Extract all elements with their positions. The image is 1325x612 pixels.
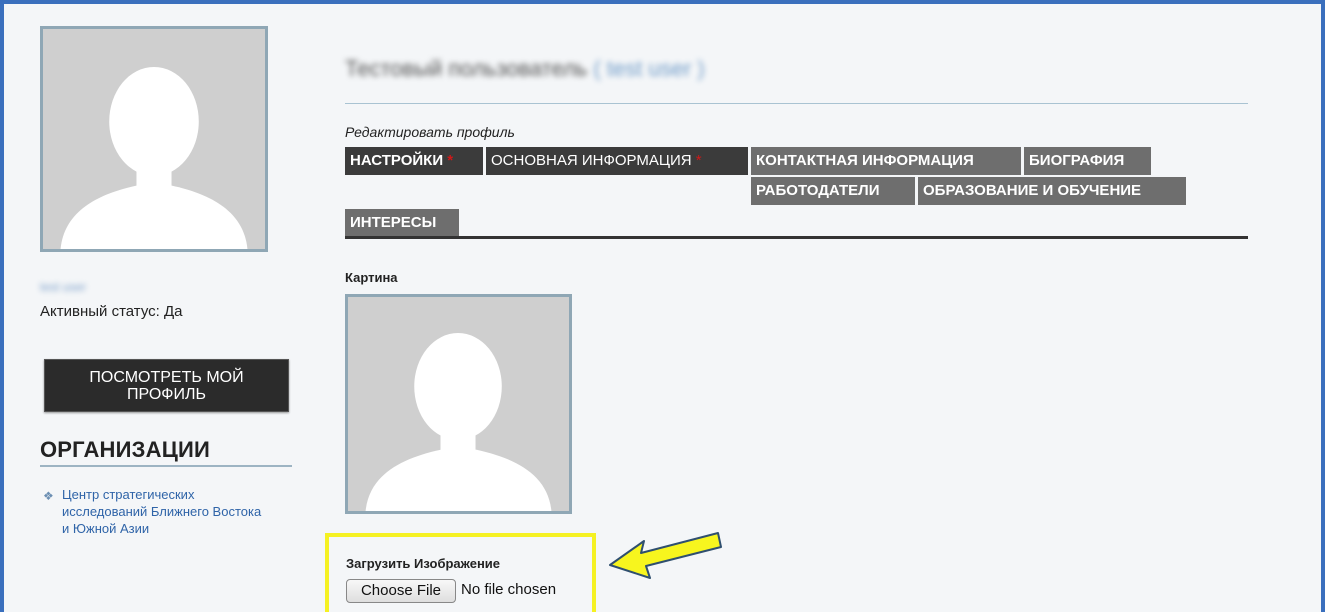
file-chosen-status: No file chosen xyxy=(461,581,557,598)
tab-contact-info[interactable]: КОНТАКТНАЯ ИНФОРМАЦИЯ xyxy=(751,147,1021,175)
avatar-silhouette-icon xyxy=(348,297,569,511)
picture-label: Картина xyxy=(345,270,398,285)
upload-image-label: Загрузить Изображение xyxy=(346,556,501,571)
organizations-divider xyxy=(40,465,292,467)
yellow-arrow-icon xyxy=(609,532,722,579)
required-marker: * xyxy=(447,152,454,169)
tab-education[interactable]: ОБРАЗОВАНИЕ И ОБУЧЕНИЕ xyxy=(918,177,1186,205)
view-my-profile-button[interactable]: ПОСМОТРЕТЬ МОЙ ПРОФИЛЬ xyxy=(44,359,289,412)
profile-display-name: Тестовый пользователь xyxy=(345,56,588,81)
profile-name-heading: Тестовый пользователь ( test user ) xyxy=(345,56,705,82)
tab-education-label: ОБРАЗОВАНИЕ И ОБУЧЕНИЕ xyxy=(923,182,1142,199)
tab-basic-info-label: ОСНОВНАЯ ИНФОРМАЦИЯ xyxy=(491,152,692,169)
choose-file-button[interactable]: Choose File xyxy=(346,579,456,603)
profile-username-paren[interactable]: ( test user ) xyxy=(593,56,704,81)
diamond-dots-icon: ❖ xyxy=(43,489,54,503)
tab-biography[interactable]: БИОГРАФИЯ xyxy=(1024,147,1151,175)
edit-profile-label: Редактировать профиль xyxy=(345,124,515,140)
tab-settings[interactable]: НАСТРОЙКИ * xyxy=(345,147,483,175)
tab-interests-label: ИНТЕРЕСЫ xyxy=(350,214,437,231)
organizations-heading: ОРГАНИЗАЦИИ xyxy=(40,437,211,462)
tab-employers[interactable]: РАБОТОДАТЕЛИ xyxy=(751,177,915,205)
active-status: Активный статус: Да xyxy=(40,303,183,320)
sidebar-username[interactable]: test user xyxy=(40,280,86,294)
organization-link[interactable]: Центр стратегических исследований Ближне… xyxy=(62,486,262,537)
tab-basic-info[interactable]: ОСНОВНАЯ ИНФОРМАЦИЯ * xyxy=(486,147,748,175)
tab-settings-label: НАСТРОЙКИ xyxy=(350,152,444,169)
view-my-profile-label: ПОСМОТРЕТЬ МОЙ ПРОФИЛЬ xyxy=(89,368,244,403)
tabs-divider xyxy=(345,236,1248,239)
avatar-silhouette-icon xyxy=(43,29,265,249)
tab-interests[interactable]: ИНТЕРЕСЫ xyxy=(345,209,459,237)
tab-employers-label: РАБОТОДАТЕЛИ xyxy=(756,182,880,199)
required-marker: * xyxy=(695,152,702,169)
profile-avatar xyxy=(40,26,268,252)
current-picture-preview xyxy=(345,294,572,514)
header-divider xyxy=(345,103,1248,104)
tab-biography-label: БИОГРАФИЯ xyxy=(1029,152,1125,169)
tab-contact-info-label: КОНТАКТНАЯ ИНФОРМАЦИЯ xyxy=(756,152,974,169)
